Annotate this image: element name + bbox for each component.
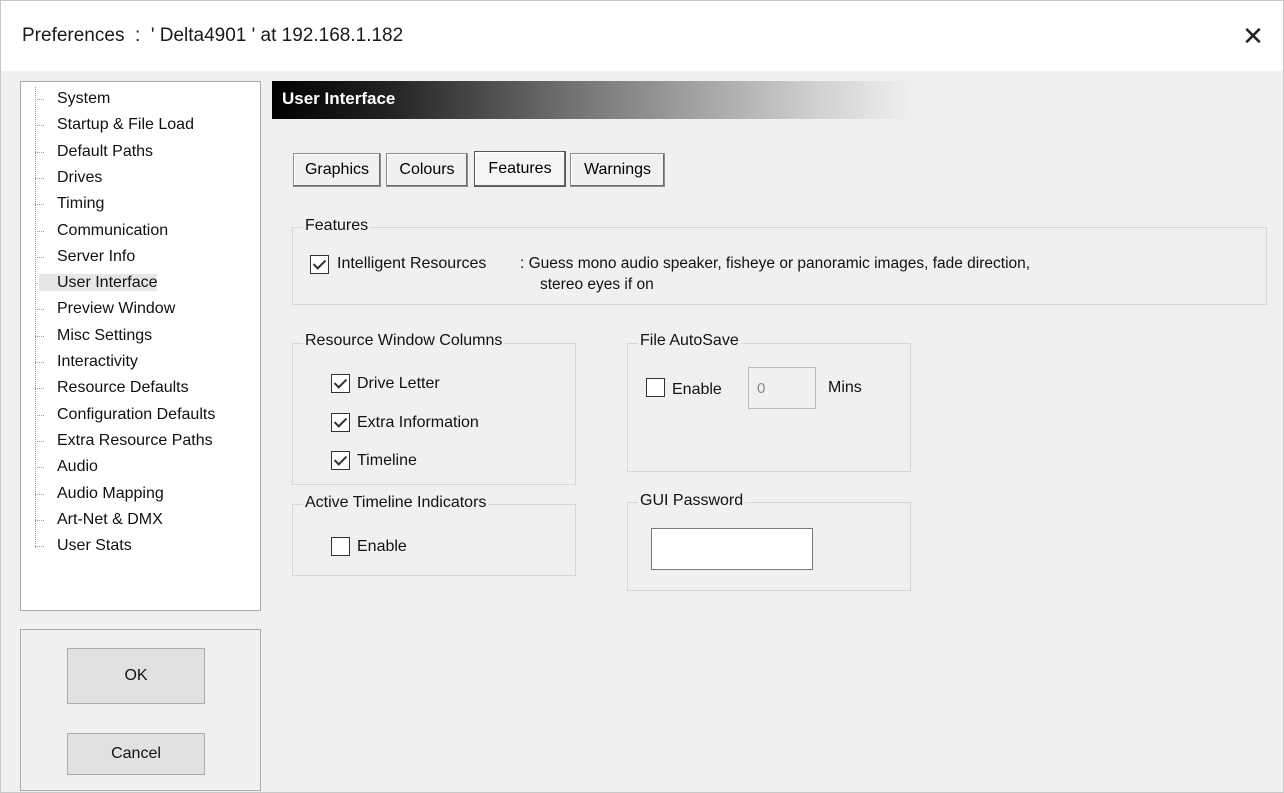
sidebar-item-label: Audio Mapping	[57, 484, 164, 502]
sidebar-item-label: Preview Window	[57, 300, 176, 318]
tab-graphics[interactable]: Graphics	[293, 153, 381, 187]
sidebar-item-label: System	[57, 90, 111, 107]
sidebar-item-extra-resource-paths[interactable]: Extra Resource Paths	[21, 428, 213, 454]
sidebar-item-label: Startup & File Load	[57, 116, 194, 134]
timeline-label: Timeline	[357, 452, 417, 469]
sidebar-item-interactivity[interactable]: Interactivity	[21, 349, 138, 375]
intelligent-resources-description: : Guess mono audio speaker, fisheye or p…	[520, 255, 1031, 272]
window-title: Preferences : ' Delta4901 ' at 192.168.1…	[22, 25, 404, 46]
section-header: User Interface	[272, 81, 912, 119]
dialog-buttons-panel: OK Cancel	[20, 629, 261, 791]
sidebar-item-label: Default Paths	[57, 142, 154, 160]
autosave-enable-label: Enable	[672, 381, 722, 398]
intelligent-resources-description-2: stereo eyes if on	[540, 276, 654, 293]
sidebar-item-communication[interactable]: Communication	[21, 218, 168, 244]
autosave-minutes-input[interactable]	[748, 367, 816, 409]
tab-features[interactable]: Features	[474, 151, 566, 187]
autosave-mins-label: Mins	[828, 379, 862, 396]
sidebar-item-timing[interactable]: Timing	[21, 191, 104, 217]
extra-information-checkbox[interactable]	[331, 413, 350, 432]
sidebar-item-misc-settings[interactable]: Misc Settings	[21, 323, 152, 349]
tab-warnings[interactable]: Warnings	[570, 153, 665, 187]
tab-colours[interactable]: Colours	[386, 153, 468, 187]
extra-information-label: Extra Information	[357, 414, 479, 431]
autosave-enable-checkbox[interactable]	[646, 378, 665, 397]
title-bar: Preferences : ' Delta4901 ' at 192.168.1…	[1, 1, 1283, 71]
ok-button[interactable]: OK	[67, 648, 205, 704]
sidebar-item-drives[interactable]: Drives	[21, 165, 102, 191]
sidebar-item-configuration-defaults[interactable]: Configuration Defaults	[21, 402, 215, 428]
sidebar-item-label: Server Info	[57, 247, 136, 265]
resource-columns-group-title: Resource Window Columns	[303, 332, 505, 350]
sidebar-item-audio-mapping[interactable]: Audio Mapping	[21, 481, 164, 507]
close-icon[interactable]: ✕	[1223, 1, 1283, 71]
sidebar-item-label: Misc Settings	[57, 326, 153, 344]
sidebar-item-label: Drives	[57, 168, 103, 186]
sidebar-item-label: Interactivity	[57, 353, 138, 370]
sidebar-item-label: User Interface	[39, 274, 158, 292]
sidebar-item-audio[interactable]: Audio	[21, 454, 98, 480]
drive-letter-checkbox[interactable]	[331, 374, 350, 393]
sidebar-item-user-stats[interactable]: User Stats	[21, 533, 132, 559]
intelligent-resources-checkbox[interactable]	[310, 255, 329, 274]
preferences-window: Preferences : ' Delta4901 ' at 192.168.1…	[0, 0, 1284, 793]
sidebar-item-art-net-dmx[interactable]: Art-Net & DMX	[21, 507, 163, 533]
section-header-title: User Interface	[282, 89, 396, 108]
active-timeline-enable-checkbox[interactable]	[331, 537, 350, 556]
sidebar-item-resource-defaults[interactable]: Resource Defaults	[21, 375, 189, 401]
sidebar-item-label: Resource Defaults	[57, 379, 189, 397]
cancel-button[interactable]: Cancel	[67, 733, 205, 775]
sidebar-item-label: Audio	[57, 458, 98, 476]
sidebar-item-user-interface[interactable]: User Interface	[21, 270, 158, 296]
drive-letter-label: Drive Letter	[357, 375, 440, 392]
sidebar-item-label: Extra Resource Paths	[57, 431, 213, 449]
sidebar-item-preview-window[interactable]: Preview Window	[21, 296, 175, 322]
autosave-group-title: File AutoSave	[638, 332, 741, 350]
features-group-title: Features	[303, 217, 371, 235]
sidebar-item-label: User Stats	[57, 537, 132, 555]
active-timeline-enable-label: Enable	[357, 538, 407, 555]
gui-password-input[interactable]	[651, 528, 813, 570]
sidebar-item-label: Timing	[57, 195, 105, 213]
sidebar-item-label: Configuration Defaults	[57, 405, 216, 423]
active-timeline-group-title: Active Timeline Indicators	[303, 494, 489, 512]
sidebar-item-label: Communication	[57, 221, 169, 239]
sidebar-item-default-paths[interactable]: Default Paths	[21, 139, 153, 165]
timeline-checkbox[interactable]	[331, 451, 350, 470]
sidebar-item-startup-file-load[interactable]: Startup & File Load	[21, 112, 194, 138]
preferences-tree[interactable]: System Startup & File Load Default Paths Dr…	[20, 81, 261, 611]
intelligent-resources-label: Intelligent Resources	[337, 255, 487, 272]
gui-password-group-title: GUI Password	[638, 492, 746, 510]
sidebar-item-label: Art-Net & DMX	[57, 510, 163, 528]
sidebar-item-system[interactable]: System	[21, 86, 110, 112]
sidebar-item-server-info[interactable]: Server Info	[21, 244, 135, 270]
